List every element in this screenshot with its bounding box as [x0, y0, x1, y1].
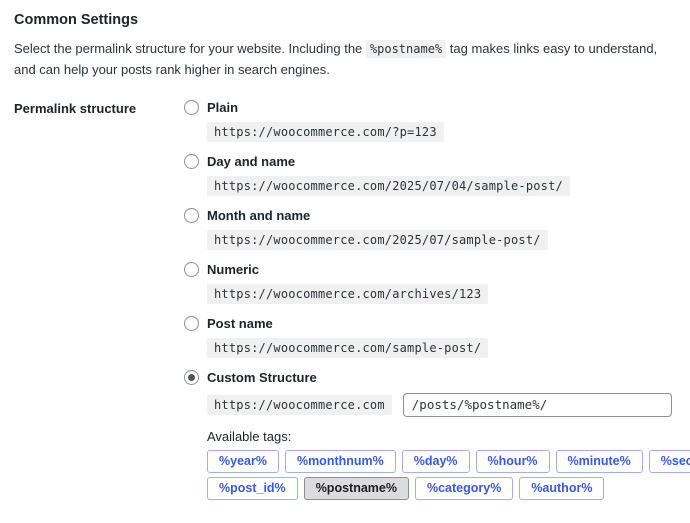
radio-numeric[interactable] [184, 262, 199, 277]
option-custom-structure: Custom Structure https://woocommerce.com… [184, 369, 676, 500]
tag-second-button[interactable]: %second% [649, 450, 690, 473]
intro-text-before: Select the permalink structure for your … [14, 41, 366, 56]
custom-structure-input[interactable] [403, 393, 672, 417]
radio-month-name[interactable] [184, 208, 199, 223]
permalink-structure-row: Permalink structure Plain https://woocom… [14, 99, 676, 511]
available-tags-row-2: %post_id% %postname% %category% %author% [207, 477, 627, 500]
radio-plain[interactable] [184, 100, 199, 115]
option-post-name-example-url: https://woocommerce.com/sample-post/ [207, 338, 488, 358]
postname-inline-code: %postname% [366, 40, 446, 58]
option-plain-radio-row[interactable]: Plain [184, 99, 676, 116]
tag-hour-button[interactable]: %hour% [476, 450, 550, 473]
radio-custom-structure[interactable] [184, 370, 199, 385]
option-numeric-example: https://woocommerce.com/archives/123 [207, 284, 676, 304]
option-numeric-label[interactable]: Numeric [207, 262, 259, 277]
option-month-name-example: https://woocommerce.com/2025/07/sample-p… [207, 230, 676, 250]
option-post-name-radio-row[interactable]: Post name [184, 315, 676, 332]
available-tags-label: Available tags: [207, 429, 676, 444]
custom-structure-input-row: https://woocommerce.com [207, 393, 676, 417]
option-post-name-example: https://woocommerce.com/sample-post/ [207, 338, 676, 358]
option-month-name-example-url: https://woocommerce.com/2025/07/sample-p… [207, 230, 548, 250]
page-title: Common Settings [14, 12, 676, 28]
radio-day-name[interactable] [184, 154, 199, 169]
option-numeric: Numeric https://woocommerce.com/archives… [184, 261, 676, 304]
available-tags-list: %year% %monthnum% %day% %hour% %minute% … [207, 450, 627, 500]
tag-post-id-button[interactable]: %post_id% [207, 477, 298, 500]
tag-year-button[interactable]: %year% [207, 450, 279, 473]
option-numeric-radio-row[interactable]: Numeric [184, 261, 676, 278]
permalink-options: Plain https://woocommerce.com/?p=123 Day… [184, 99, 676, 511]
option-day-name-example-url: https://woocommerce.com/2025/07/04/sampl… [207, 176, 570, 196]
option-month-name: Month and name https://woocommerce.com/2… [184, 207, 676, 250]
tag-category-button[interactable]: %category% [415, 477, 513, 500]
permalink-structure-label: Permalink structure [14, 99, 184, 116]
option-custom-structure-label[interactable]: Custom Structure [207, 370, 317, 385]
custom-structure-url-prefix: https://woocommerce.com [207, 395, 392, 415]
option-day-name: Day and name https://woocommerce.com/202… [184, 153, 676, 196]
option-plain: Plain https://woocommerce.com/?p=123 [184, 99, 676, 142]
option-day-name-example: https://woocommerce.com/2025/07/04/sampl… [207, 176, 676, 196]
option-day-name-radio-row[interactable]: Day and name [184, 153, 676, 170]
option-post-name: Post name https://woocommerce.com/sample… [184, 315, 676, 358]
available-tags-row-1: %year% %monthnum% %day% %hour% %minute% … [207, 450, 627, 473]
permalink-settings-page: Common Settings Select the permalink str… [0, 0, 690, 523]
tag-minute-button[interactable]: %minute% [556, 450, 643, 473]
radio-post-name[interactable] [184, 316, 199, 331]
option-plain-example: https://woocommerce.com/?p=123 [207, 122, 676, 142]
option-plain-example-url: https://woocommerce.com/?p=123 [207, 122, 444, 142]
option-plain-label[interactable]: Plain [207, 100, 238, 115]
tag-postname-button[interactable]: %postname% [304, 477, 409, 500]
tag-author-button[interactable]: %author% [519, 477, 604, 500]
option-month-name-label[interactable]: Month and name [207, 208, 310, 223]
tag-monthnum-button[interactable]: %monthnum% [285, 450, 396, 473]
option-numeric-example-url: https://woocommerce.com/archives/123 [207, 284, 488, 304]
option-day-name-label[interactable]: Day and name [207, 154, 295, 169]
tag-day-button[interactable]: %day% [402, 450, 470, 473]
option-custom-structure-radio-row[interactable]: Custom Structure [184, 369, 676, 386]
option-post-name-label[interactable]: Post name [207, 316, 273, 331]
intro-text: Select the permalink structure for your … [14, 39, 676, 81]
option-month-name-radio-row[interactable]: Month and name [184, 207, 676, 224]
